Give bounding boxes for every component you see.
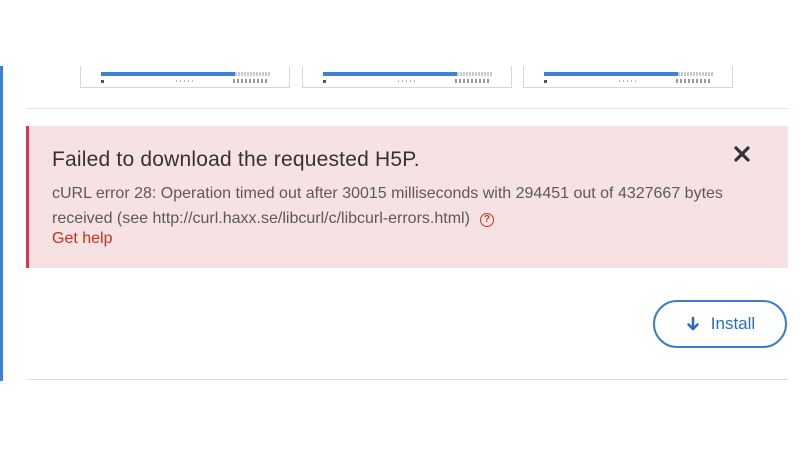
divider-top <box>26 108 788 109</box>
h5p-content-page: Failed to download the requested H5P. cU… <box>0 0 800 450</box>
help-circle-icon[interactable]: ? <box>479 213 494 227</box>
install-button[interactable]: Install <box>653 300 787 348</box>
left-accent-rule <box>0 66 3 381</box>
screenshot-thumbnail-2[interactable] <box>302 66 512 88</box>
error-alert: Failed to download the requested H5P. cU… <box>26 126 788 268</box>
alert-title: Failed to download the requested H5P. <box>52 148 420 171</box>
get-help-link[interactable]: Get help <box>52 230 112 248</box>
alert-message-block: cURL error 28: Operation timed out after… <box>52 181 752 231</box>
alert-message: cURL error 28: Operation timed out after… <box>52 185 723 227</box>
divider-bottom <box>26 379 788 380</box>
close-icon[interactable] <box>732 144 752 164</box>
screenshot-thumbnail-1[interactable] <box>80 66 290 88</box>
arrow-down-icon <box>686 316 699 331</box>
install-button-label: Install <box>710 314 756 333</box>
screenshot-thumbnail-3[interactable] <box>523 66 733 88</box>
